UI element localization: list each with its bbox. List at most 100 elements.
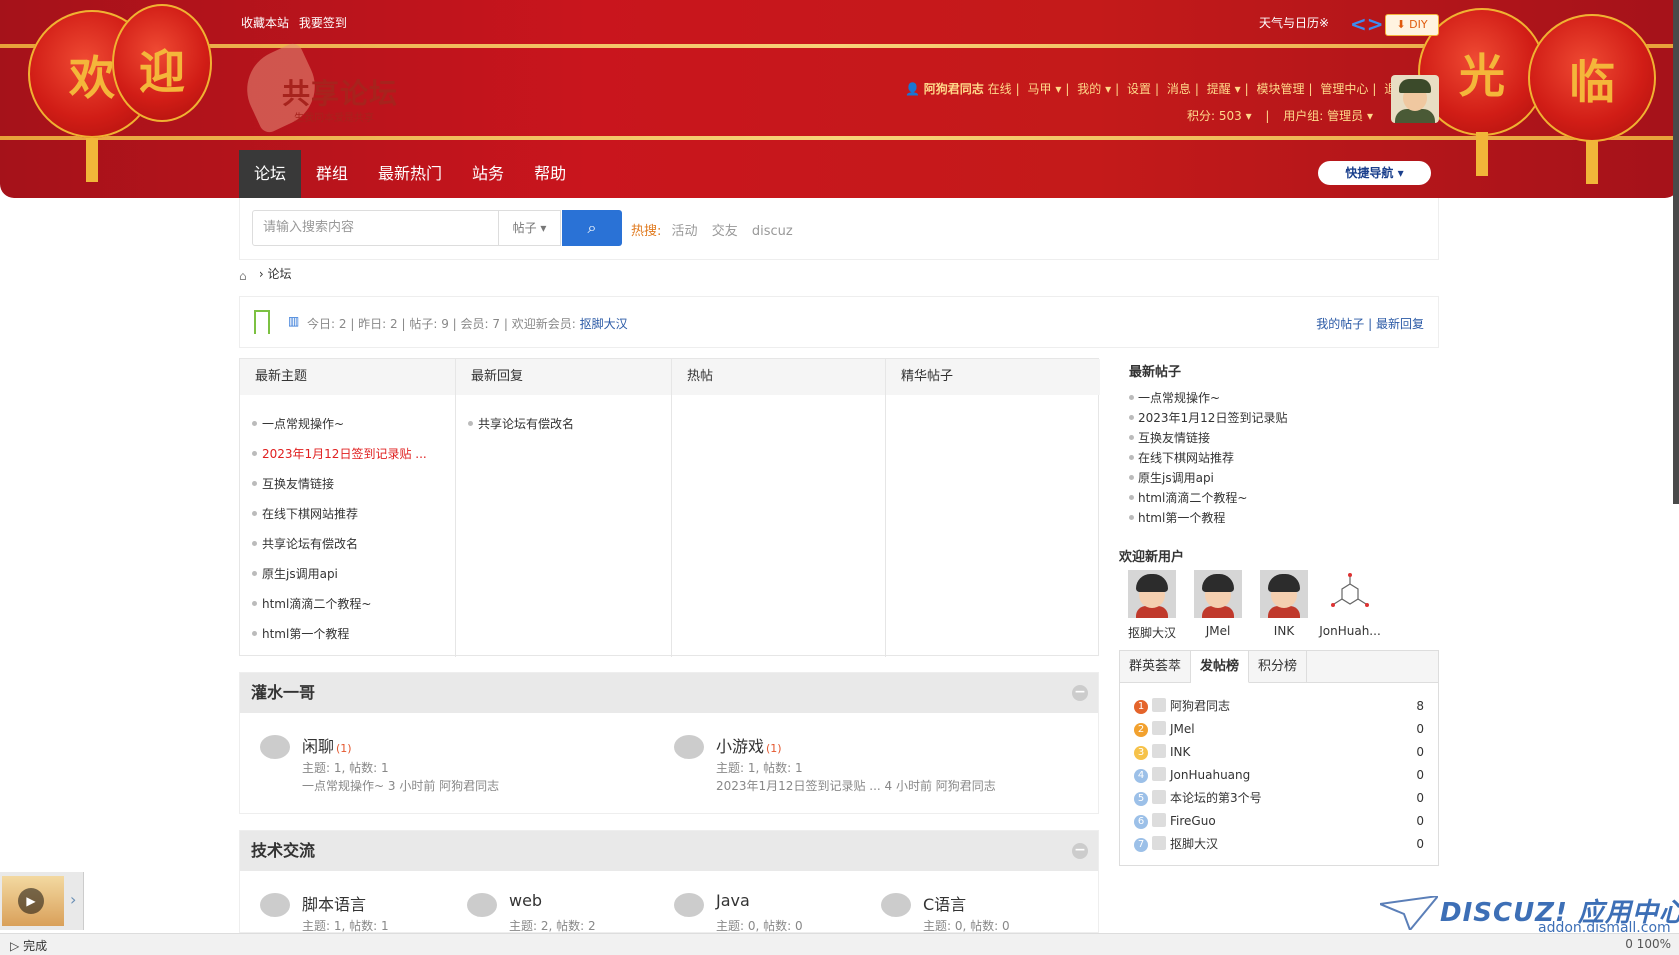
rank-row[interactable]: 7 抠脚大汉 0 (1134, 833, 1424, 856)
user-avatar[interactable] (1391, 75, 1439, 123)
list-item[interactable]: html第一个教程 (1129, 508, 1439, 528)
credits-menu[interactable]: 积分: 503 (1187, 109, 1242, 123)
weather-calendar-link[interactable]: 天气与日历※ (1259, 14, 1329, 31)
list-item[interactable]: 一点常规操作~ (252, 409, 455, 439)
collapse-icon[interactable]: − (1072, 843, 1088, 859)
list-item[interactable]: 2023年1月12日签到记录贴 (1129, 408, 1439, 428)
breadcrumb-forum[interactable]: 论坛 (267, 267, 291, 281)
new-user[interactable]: 抠脚大汉 (1121, 570, 1183, 641)
list-item[interactable]: 互换友情链接 (252, 469, 455, 499)
forum-item[interactable]: C语言 主题: 0, 帖数: 0 (861, 883, 1061, 932)
messages-link[interactable]: 消息 (1167, 82, 1191, 96)
rank-row[interactable]: 3 INK 0 (1134, 741, 1424, 764)
checkin-link[interactable]: 我要签到 (299, 16, 347, 30)
nav-groups[interactable]: 群组 (301, 150, 363, 198)
new-user-name[interactable]: JMel (1206, 624, 1231, 638)
forum-item[interactable]: 脚本语言 主题: 1, 帖数: 1 (240, 883, 440, 932)
list-item[interactable]: 在线下棋网站推荐 (252, 499, 455, 529)
forum-item[interactable]: Java 主题: 0, 帖数: 0 (654, 883, 854, 932)
forum-item[interactable]: 闲聊 (1) 主题: 1, 帖数: 1 一点常规操作~ 3 小时前 阿狗君同志 (240, 725, 640, 795)
nav-help[interactable]: 帮助 (519, 150, 581, 198)
alt-account-menu[interactable]: 马甲 (1028, 82, 1052, 96)
bookmark-site-link[interactable]: 收藏本站 (241, 16, 289, 30)
rank-row[interactable]: 6 FireGuo 0 (1134, 810, 1424, 833)
search-type-select[interactable]: 帖子 ▾ (499, 210, 561, 246)
rank-row[interactable]: 2 JMel 0 (1134, 718, 1424, 741)
group-title[interactable]: 技术交流 (251, 841, 315, 860)
quick-nav-button[interactable]: 快捷导航 ▾ (1318, 161, 1431, 185)
hot-search: 热搜: 活动 交友 discuz (631, 224, 793, 239)
search-input[interactable]: 请输入搜索内容 (252, 210, 499, 246)
list-item[interactable]: 2023年1月12日签到记录贴 ... (252, 439, 455, 469)
list-item[interactable]: 互换友情链接 (1129, 428, 1439, 448)
settings-link[interactable]: 设置 (1127, 82, 1151, 96)
forum-item[interactable]: 小游戏 (1) 主题: 1, 帖数: 1 2023年1月12日签到记录贴 ... … (654, 725, 1054, 795)
username-link[interactable]: 阿狗君同志 (924, 82, 984, 96)
zoom-level[interactable]: 0 100% (1625, 937, 1671, 951)
new-user-name[interactable]: INK (1274, 624, 1294, 638)
avatar[interactable] (1128, 570, 1176, 618)
list-item[interactable]: 原生js调用api (252, 559, 455, 589)
latest-reply-link[interactable]: 最新回复 (1376, 317, 1424, 331)
scrollbar[interactable] (1673, 0, 1679, 504)
my-menu[interactable]: 我的 (1077, 82, 1101, 96)
group-title[interactable]: 灌水一哥 (251, 683, 315, 702)
tab-credit-ranking[interactable]: 积分榜 (1249, 651, 1308, 683)
search-button[interactable]: ⌕ (562, 210, 622, 246)
chat-bubble-icon (260, 893, 290, 917)
new-user-name[interactable]: JonHuah... (1319, 624, 1381, 638)
rank-row[interactable]: 1 阿狗君同志 8 (1134, 695, 1424, 718)
hot-term[interactable]: 活动 (672, 224, 698, 239)
forum-last-post[interactable]: 一点常规操作~ 3 小时前 阿狗君同志 (302, 777, 499, 794)
avatar[interactable] (1260, 570, 1308, 618)
my-posts-link[interactable]: 我的帖子 (1316, 317, 1364, 331)
forum-stats: 主题: 2, 帖数: 2 (509, 919, 596, 933)
rank-row[interactable]: 5 本论坛的第3个号 0 (1134, 787, 1424, 810)
floating-video-thumb[interactable]: ▶ › (0, 872, 84, 930)
new-user[interactable]: JonHuah... (1316, 570, 1384, 638)
forum-name[interactable]: web (509, 891, 542, 910)
list-item[interactable]: html滴滴二个教程~ (1129, 488, 1439, 508)
forum-name[interactable]: 小游戏 (716, 737, 764, 756)
forum-name[interactable]: C语言 (923, 891, 966, 915)
new-user[interactable]: JMel (1187, 570, 1249, 638)
list-item[interactable]: 共享论坛有偿改名 (468, 409, 671, 439)
nav-site-affairs[interactable]: 站务 (457, 150, 519, 198)
latest-topics-column: 最新主题 一点常规操作~ 2023年1月12日签到记录贴 ... 互换友情链接 … (240, 359, 456, 657)
usergroup-menu[interactable]: 用户组: 管理员 (1283, 109, 1363, 123)
forum-name[interactable]: Java (716, 891, 750, 910)
new-member-link[interactable]: 抠脚大汉 (580, 317, 628, 331)
forum-last-post[interactable]: 2023年1月12日签到记录贴 ... 4 小时前 阿狗君同志 (716, 777, 996, 794)
tab-top-members[interactable]: 群英荟萃 (1120, 651, 1192, 683)
nav-forum[interactable]: 论坛 (239, 150, 302, 198)
collapse-icon[interactable]: − (1072, 685, 1088, 701)
diy-button[interactable]: ⬇ DIY (1385, 14, 1439, 36)
rank-row[interactable]: 4 JonHuahuang 0 (1134, 764, 1424, 787)
molecule-avatar[interactable] (1326, 570, 1374, 618)
forum-name[interactable]: 脚本语言 (302, 891, 366, 915)
home-icon[interactable]: ⌂ (239, 269, 255, 283)
chevron-right-icon[interactable]: › (70, 890, 76, 909)
play-icon[interactable]: ▶ (18, 888, 44, 914)
list-item[interactable]: 原生js调用api (1129, 468, 1439, 488)
code-icon[interactable]: <> (1350, 12, 1384, 36)
tab-post-ranking[interactable]: 发帖榜 (1191, 651, 1250, 683)
hot-term[interactable]: 交友 (712, 224, 738, 239)
list-item[interactable]: 一点常规操作~ (1129, 388, 1439, 408)
forum-item[interactable]: web 主题: 2, 帖数: 2 (447, 883, 647, 933)
notifications-menu[interactable]: 提醒 (1207, 82, 1231, 96)
site-logo[interactable]: 共享论坛 生我同本爱是共享 (234, 40, 406, 136)
admin-center-link[interactable]: 管理中心 (1320, 82, 1368, 96)
new-user-name[interactable]: 抠脚大汉 (1128, 626, 1176, 640)
module-admin-link[interactable]: 模块管理 (1257, 82, 1305, 96)
online-link[interactable]: 在线 (988, 82, 1012, 96)
list-item[interactable]: 在线下棋网站推荐 (1129, 448, 1439, 468)
list-item[interactable]: html第一个教程 (252, 619, 455, 649)
avatar[interactable] (1194, 570, 1242, 618)
forum-name[interactable]: 闲聊 (302, 737, 334, 756)
list-item[interactable]: 共享论坛有偿改名 (252, 529, 455, 559)
new-user[interactable]: INK (1253, 570, 1315, 638)
list-item[interactable]: html滴滴二个教程~ (252, 589, 455, 619)
hot-term[interactable]: discuz (752, 224, 793, 239)
nav-hot[interactable]: 最新热门 (363, 150, 457, 198)
